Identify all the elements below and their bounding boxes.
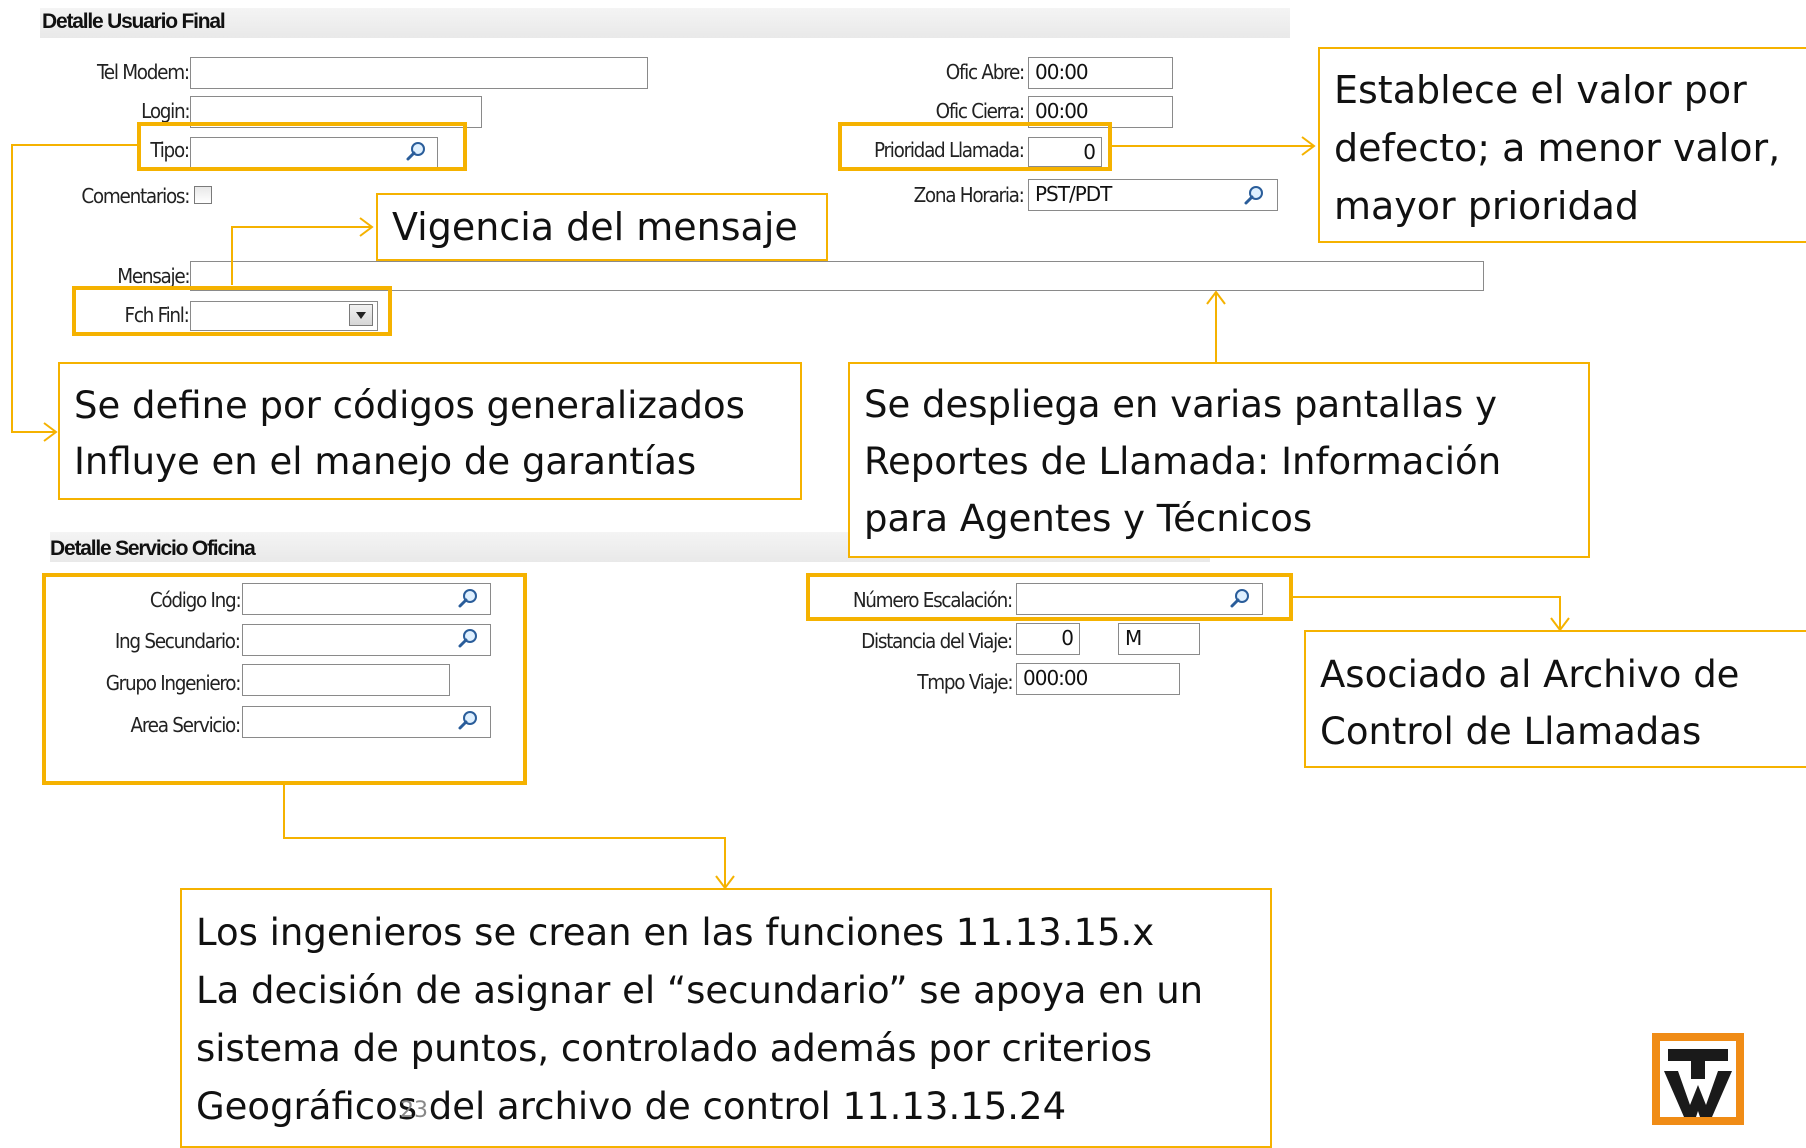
callout-vigencia: Vigencia del mensaje — [376, 193, 828, 261]
callout-mensaje-line: para Agentes y Técnicos — [864, 497, 1313, 540]
page-number: 23 — [400, 1098, 428, 1123]
callout-prioridad-line: Establece el valor por — [1334, 68, 1747, 112]
callout-ingenieros-line: Los ingenieros se crean en las funciones… — [196, 911, 1155, 954]
callout-prioridad: Establece el valor por defecto; a menor … — [1318, 47, 1806, 243]
callout-escalacion-line: Asociado al Archivo de — [1320, 653, 1740, 696]
callout-tipo-line: Se define por códigos generalizados — [74, 384, 745, 427]
callout-mensaje-line: Reportes de Llamada: Información — [864, 440, 1502, 483]
callout-prioridad-line: defecto; a menor valor, — [1334, 126, 1781, 170]
company-logo — [1652, 1033, 1744, 1125]
callout-prioridad-line: mayor prioridad — [1334, 184, 1640, 228]
callout-vigencia-line: Vigencia del mensaje — [392, 205, 798, 249]
callout-escalacion: Asociado al Archivo de Control de Llamad… — [1304, 630, 1806, 768]
callout-ingenieros-line: La decisión de asignar el “secundario” s… — [196, 969, 1204, 1012]
callout-mensaje: Se despliega en varias pantallas y Repor… — [848, 362, 1590, 558]
callout-escalacion-line: Control de Llamadas — [1320, 710, 1702, 753]
callout-tipo-line: Influye en el manejo de garantías — [74, 440, 697, 483]
callout-ingenieros: Los ingenieros se crean en las funciones… — [180, 888, 1272, 1148]
callout-mensaje-line: Se despliega en varias pantallas y — [864, 383, 1497, 426]
callout-ingenieros-line: sistema de puntos, controlado además por… — [196, 1027, 1153, 1070]
callout-tipo: Se define por códigos generalizados Infl… — [58, 362, 802, 500]
tw-logo-icon — [1660, 1041, 1736, 1117]
callout-ingenieros-line: Geográficos del archivo de control 11.13… — [196, 1085, 1067, 1128]
